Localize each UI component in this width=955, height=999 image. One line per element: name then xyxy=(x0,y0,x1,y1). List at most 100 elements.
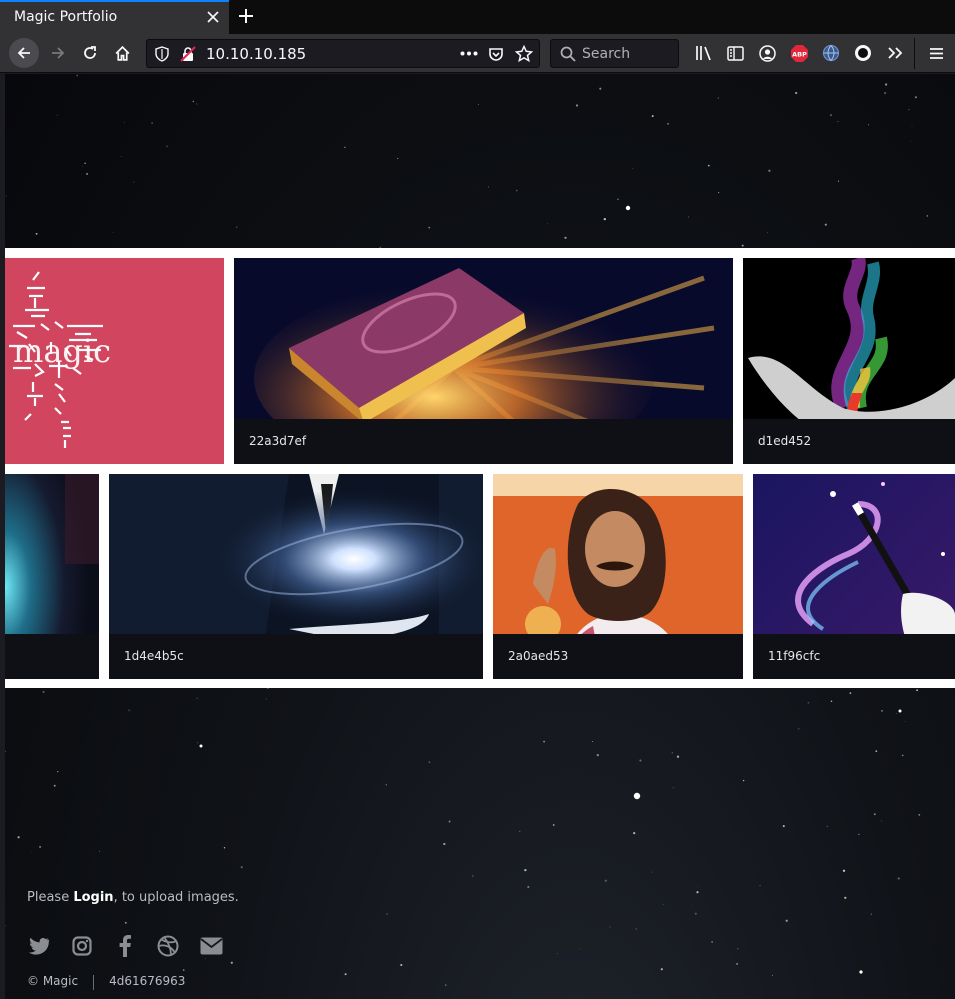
close-icon[interactable] xyxy=(206,10,220,24)
pocket-icon[interactable] xyxy=(488,46,504,62)
star xyxy=(196,697,198,699)
star xyxy=(759,885,761,887)
instagram-icon xyxy=(72,936,92,956)
tile-caption: 2a0aed53 xyxy=(493,634,743,679)
tile-caption: 22a3d7ef xyxy=(234,419,733,464)
star xyxy=(901,754,904,757)
url-text[interactable]: 10.10.10.185 xyxy=(206,45,306,63)
footer-hash: 4d61676963 xyxy=(109,974,186,988)
star xyxy=(443,842,446,846)
page-actions-icon[interactable] xyxy=(460,51,478,56)
star xyxy=(875,750,878,753)
star xyxy=(873,813,876,816)
extension-circle-button[interactable] xyxy=(852,42,874,64)
email-link[interactable] xyxy=(199,934,223,958)
star xyxy=(837,120,839,123)
star xyxy=(205,958,207,960)
star xyxy=(128,709,131,712)
star xyxy=(400,963,403,967)
star xyxy=(918,814,921,816)
star xyxy=(17,836,20,839)
dribbble-link[interactable] xyxy=(156,934,180,958)
star xyxy=(31,851,33,852)
forward-button[interactable] xyxy=(43,38,73,68)
reload-button[interactable] xyxy=(75,38,105,68)
overflow-chevron-icon xyxy=(888,47,903,59)
star xyxy=(556,953,559,955)
menu-button[interactable] xyxy=(925,42,947,64)
login-prompt-prefix: Please xyxy=(27,890,74,905)
adblock-label: ABP xyxy=(792,50,807,58)
gallery-tile-galaxy-in-hand[interactable]: 1d4e4b5c xyxy=(109,474,483,679)
star xyxy=(904,720,906,722)
star xyxy=(884,83,888,86)
star xyxy=(697,885,699,887)
bright-star xyxy=(625,205,631,211)
facebook-link[interactable] xyxy=(113,934,137,958)
star xyxy=(99,850,101,852)
star xyxy=(86,172,89,175)
star xyxy=(688,216,690,218)
star xyxy=(897,877,900,880)
search-icon xyxy=(560,46,576,62)
star xyxy=(767,231,768,233)
star xyxy=(837,180,840,182)
url-bar[interactable]: 10.10.10.185 xyxy=(146,39,540,68)
twitter-icon xyxy=(28,937,50,955)
gallery-tile-magician-man[interactable]: 2a0aed53 xyxy=(493,474,743,679)
adblock-icon: ABP xyxy=(790,44,808,62)
bookmark-star-icon[interactable] xyxy=(515,45,533,63)
new-tab-icon[interactable] xyxy=(236,6,256,26)
star xyxy=(671,751,674,754)
library-button[interactable] xyxy=(693,42,715,64)
login-link[interactable]: Login xyxy=(73,890,113,905)
active-tab[interactable]: Magic Portfolio xyxy=(0,0,229,34)
shield-icon[interactable] xyxy=(155,46,169,62)
star xyxy=(696,891,699,894)
toolbar-separator xyxy=(914,38,915,69)
gallery-tile-magic-wand[interactable]: 11f96cfc xyxy=(753,474,955,679)
star xyxy=(895,713,897,714)
extension-globe-icon xyxy=(822,44,840,62)
star xyxy=(524,868,527,872)
insecure-lock-icon[interactable] xyxy=(180,46,196,62)
instagram-link[interactable] xyxy=(70,934,94,958)
star xyxy=(830,700,833,703)
home-icon xyxy=(115,45,129,61)
star xyxy=(575,104,579,107)
sidebar-button[interactable] xyxy=(724,42,746,64)
star xyxy=(826,825,828,827)
star xyxy=(842,869,846,872)
star xyxy=(474,186,476,188)
adblock-button[interactable]: ABP xyxy=(788,42,810,64)
gallery-tile-magic-logo[interactable]: magic xyxy=(5,258,224,464)
star xyxy=(579,948,581,950)
account-button[interactable] xyxy=(756,42,778,64)
gallery-tile-glowing-book[interactable]: 22a3d7ef xyxy=(234,258,733,464)
star xyxy=(880,820,882,822)
gallery-tile-rainbow-smoke-hand[interactable]: d1ed452 xyxy=(743,258,955,464)
overflow-button[interactable] xyxy=(884,42,906,64)
search-bar[interactable]: Search xyxy=(550,39,679,68)
extension-globe-button[interactable] xyxy=(820,42,842,64)
star xyxy=(42,690,45,694)
star xyxy=(858,833,860,836)
star xyxy=(667,122,670,125)
star xyxy=(515,189,518,192)
star xyxy=(35,232,38,235)
login-prompt-suffix: , to upload images. xyxy=(113,890,239,905)
search-input[interactable]: Search xyxy=(582,46,630,62)
copyright-text: © Magic xyxy=(27,974,79,988)
library-icon xyxy=(696,46,711,61)
home-button[interactable] xyxy=(107,38,137,68)
page-viewport: magic 22a3d7ef d1ed452 1d4e4b5c 2a0aed53… xyxy=(5,74,955,999)
star xyxy=(471,874,474,877)
star xyxy=(5,195,7,197)
twitter-link[interactable] xyxy=(27,934,51,958)
star xyxy=(883,91,887,95)
gallery-tile-glowing-orb[interactable] xyxy=(5,474,99,679)
star xyxy=(676,755,680,758)
back-button[interactable] xyxy=(9,38,39,68)
star xyxy=(596,754,599,757)
login-prompt: Please Login, to upload images. xyxy=(27,890,239,905)
